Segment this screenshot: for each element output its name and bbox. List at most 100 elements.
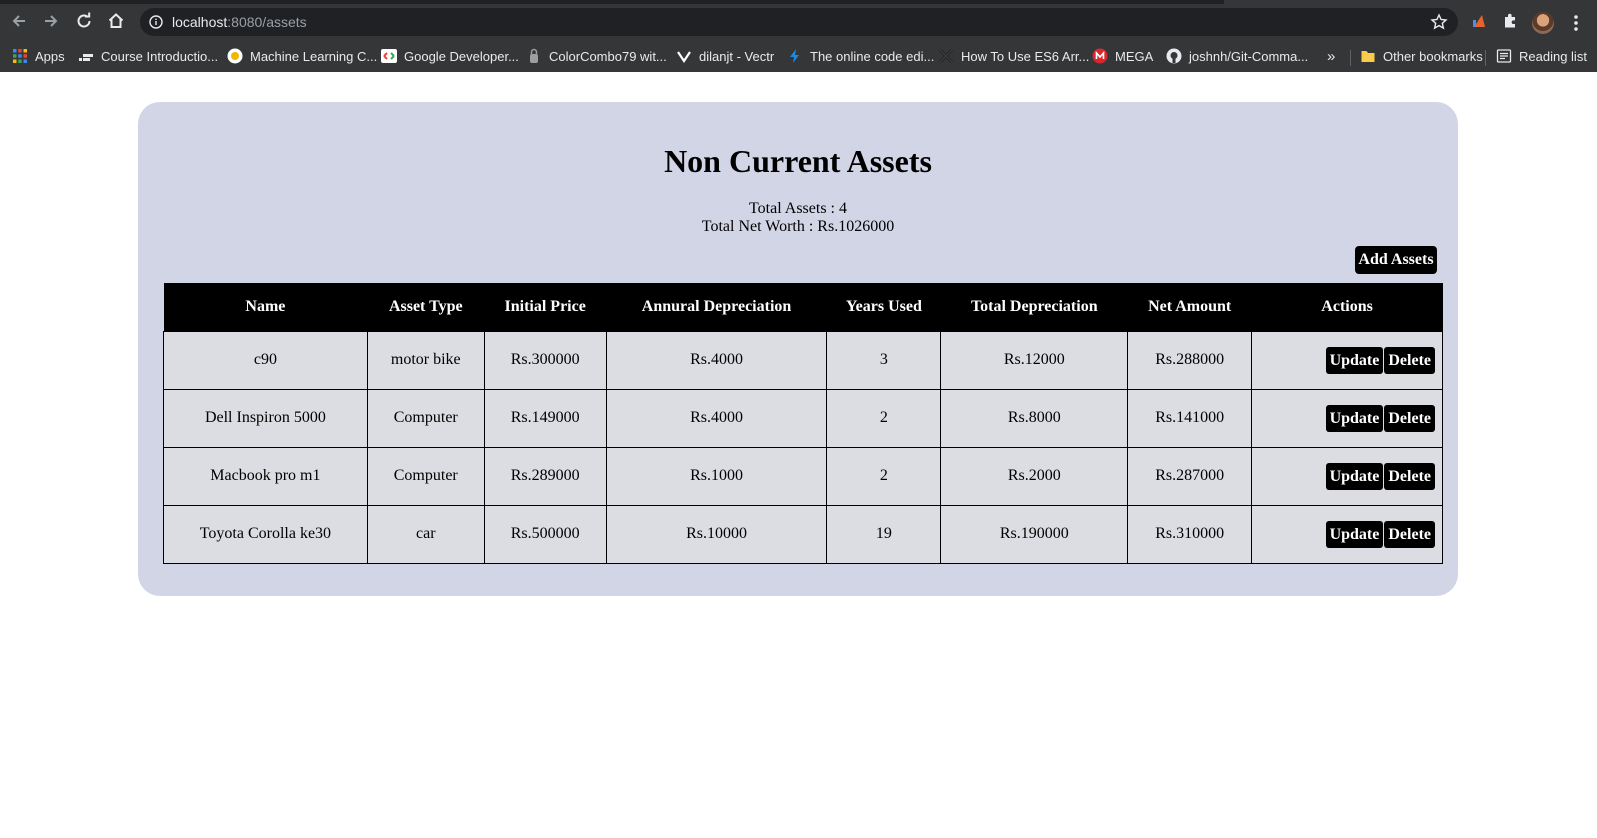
cell-total-depreciation: Rs.2000 [940, 446, 1129, 506]
bookmark-google-developer[interactable]: Google Developer... [381, 46, 519, 66]
cell-annual-depreciation: Rs.4000 [605, 388, 828, 448]
folder-icon [1361, 51, 1375, 62]
bookmark-label: How To Use ES6 Arr... [961, 48, 1090, 64]
table-row: Macbook pro m1 Computer Rs.289000 Rs.100… [163, 446, 1443, 506]
column-header-initial-price: Initial Price [484, 283, 607, 331]
bookmark-separator [1350, 50, 1351, 66]
cell-total-depreciation: Rs.190000 [940, 504, 1129, 564]
cell-annual-depreciation: Rs.4000 [605, 330, 828, 390]
bookmark-label: Machine Learning C... [250, 48, 378, 64]
column-header-asset-type: Asset Type [367, 283, 485, 331]
home-icon[interactable] [102, 7, 130, 35]
browser-chrome: localhost:8080/assets Apps Course Introd… [0, 0, 1597, 72]
extensions-puzzle-icon[interactable] [1501, 11, 1521, 31]
column-header-years-used: Years Used [826, 283, 941, 331]
bookmark-label: ColorCombo79 wit... [549, 48, 667, 64]
cell-actions: Update Delete [1251, 330, 1443, 390]
cell-actions: Update Delete [1251, 504, 1443, 564]
cell-net-amount: Rs.287000 [1127, 446, 1253, 506]
address-bar[interactable]: localhost:8080/assets [140, 8, 1458, 36]
cell-years-used: 19 [826, 504, 942, 564]
cell-initial-price: Rs.149000 [483, 388, 607, 448]
total-net-worth-text: Total Net Worth : Rs.1026000 [701, 218, 895, 235]
update-button[interactable]: Update [1325, 346, 1384, 374]
cell-total-depreciation: Rs.12000 [940, 330, 1129, 390]
ml-icon [227, 48, 243, 64]
delete-button[interactable]: Delete [1384, 404, 1435, 432]
google-dev-icon [381, 49, 397, 63]
cell-initial-price: Rs.289000 [483, 446, 607, 506]
bookmark-label: Reading list [1519, 48, 1587, 64]
bookmark-apps[interactable]: Apps [12, 46, 65, 66]
bookmarks-overflow-button[interactable]: » [1327, 46, 1335, 66]
cell-annual-depreciation: Rs.1000 [605, 446, 828, 506]
cell-years-used: 2 [826, 388, 942, 448]
bookmark-machine-learning[interactable]: Machine Learning C... [227, 46, 377, 66]
cell-initial-price: Rs.500000 [483, 504, 607, 564]
es6-icon [938, 48, 954, 64]
url-path: :8080/assets [227, 14, 307, 30]
update-button[interactable]: Update [1325, 520, 1384, 548]
back-icon[interactable] [5, 7, 33, 35]
bookmark-label: Apps [35, 48, 65, 64]
bookmark-label: Google Developer... [404, 48, 519, 64]
cell-asset-type: Computer [366, 388, 485, 448]
cell-name: Macbook pro m1 [163, 446, 368, 506]
bookmark-label: Other bookmarks [1383, 48, 1483, 64]
assets-summary: Total Assets : 4 Total Net Worth : Rs.10… [138, 200, 1458, 236]
extension-icon[interactable] [1470, 11, 1490, 31]
reading-list-icon [1496, 49, 1512, 63]
url-text[interactable]: localhost:8080/assets [172, 14, 307, 30]
column-header-total-depreciation: Total Depreciation [940, 283, 1128, 331]
apps-grid-icon [13, 49, 27, 63]
github-icon [1166, 48, 1182, 64]
delete-button[interactable]: Delete [1384, 462, 1435, 490]
cell-years-used: 3 [826, 330, 942, 390]
column-header-name: Name [163, 283, 368, 331]
reading-list-button[interactable]: Reading list [1496, 46, 1587, 66]
bookmark-course-introduction[interactable]: Course Introductio... [78, 46, 218, 66]
cell-years-used: 2 [826, 446, 942, 506]
cell-asset-type: motor bike [366, 330, 485, 390]
browser-menu-icon[interactable] [1568, 13, 1584, 33]
bookmark-es6-arrow[interactable]: How To Use ES6 Arr... [938, 46, 1089, 66]
bookmark-label: joshnh/Git-Comma... [1189, 48, 1309, 64]
add-assets-button[interactable]: Add Assets [1355, 246, 1437, 274]
page-title: Non Current Assets [664, 143, 932, 179]
cell-name: Toyota Corolla ke30 [163, 504, 368, 564]
delete-button[interactable]: Delete [1384, 520, 1435, 548]
bookmark-label: The online code edi... [810, 48, 935, 64]
reload-icon[interactable] [70, 7, 98, 35]
cell-actions: Update Delete [1251, 446, 1443, 506]
bookmark-other-bookmarks[interactable]: Other bookmarks [1360, 46, 1483, 66]
colorcombo-icon [530, 48, 538, 63]
bookmark-star-icon[interactable] [1430, 13, 1448, 31]
cell-asset-type: Computer [366, 446, 485, 506]
page-content: Non Current Assets Total Assets : 4 Tota… [0, 72, 1597, 838]
update-button[interactable]: Update [1325, 404, 1384, 432]
column-header-annual-depreciation: Annural Depreciation [606, 283, 827, 331]
bookmark-online-code-editor[interactable]: The online code edi... [787, 46, 934, 66]
course-icon [79, 54, 93, 61]
vectr-icon [677, 51, 691, 63]
assets-table: Name Asset Type Initial Price Annural De… [163, 283, 1443, 564]
url-host: localhost [172, 14, 228, 30]
site-info-icon[interactable] [149, 15, 163, 29]
cell-initial-price: Rs.300000 [483, 330, 607, 390]
assets-card: Non Current Assets Total Assets : 4 Tota… [138, 102, 1458, 596]
cell-net-amount: Rs.141000 [1127, 388, 1253, 448]
cell-actions: Update Delete [1251, 388, 1443, 448]
code-editor-icon [790, 49, 799, 63]
bookmark-github[interactable]: joshnh/Git-Comma... [1166, 46, 1308, 66]
bookmark-colorcombo[interactable]: ColorCombo79 wit... [526, 46, 667, 66]
bookmarks-bar: Apps Course Introductio... Machine Learn… [0, 40, 1597, 72]
table-header-row: Name Asset Type Initial Price Annural De… [163, 283, 1443, 331]
forward-icon[interactable] [37, 7, 65, 35]
bookmark-mega[interactable]: MEGA [1092, 46, 1153, 66]
table-row: c90 motor bike Rs.300000 Rs.4000 3 Rs.12… [163, 330, 1443, 390]
update-button[interactable]: Update [1325, 462, 1384, 490]
delete-button[interactable]: Delete [1384, 346, 1435, 374]
bookmark-vectr[interactable]: dilanjt - Vectr [676, 46, 774, 66]
column-header-actions: Actions [1251, 283, 1443, 331]
profile-avatar[interactable] [1532, 12, 1554, 34]
